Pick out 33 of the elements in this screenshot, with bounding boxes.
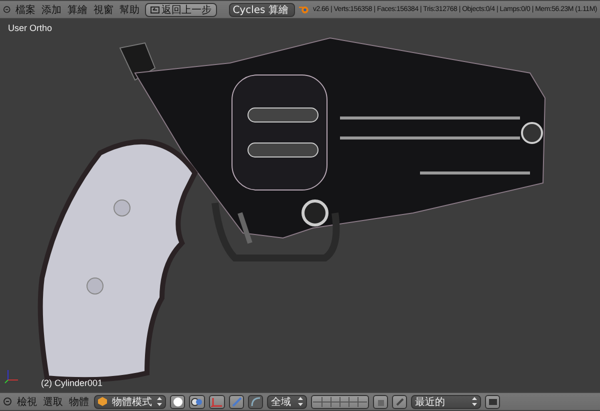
- menu-item[interactable]: 算繪: [66, 2, 89, 16]
- view-label: User Ortho: [8, 23, 52, 33]
- manipulator-button[interactable]: [209, 394, 225, 408]
- 3d-viewport[interactable]: User Ortho (2) Cylinder001: [0, 19, 600, 392]
- snap-target-select[interactable]: 最近的: [411, 394, 481, 408]
- magnet-icon: [394, 396, 404, 406]
- snap-button[interactable]: [392, 394, 407, 408]
- menu-item[interactable]: 選取: [42, 394, 64, 408]
- translate-button[interactable]: [229, 394, 244, 408]
- app-logo-icon: [298, 4, 309, 15]
- menu-item[interactable]: 幫助: [118, 2, 141, 16]
- render-button[interactable]: [485, 394, 500, 408]
- pivot-button[interactable]: [189, 394, 205, 408]
- render-engine-select[interactable]: Cycles 算繪: [228, 2, 295, 16]
- menu-item[interactable]: 添加: [40, 2, 63, 16]
- object-label: (2) Cylinder001: [41, 378, 103, 388]
- menu-item[interactable]: 視窗: [92, 2, 115, 16]
- transform-orientation-select[interactable]: 全域: [267, 394, 307, 408]
- rotate-button[interactable]: [248, 394, 263, 408]
- menu-item[interactable]: 物體: [68, 394, 90, 408]
- layer-grid-button[interactable]: [311, 394, 369, 408]
- collapse-icon[interactable]: [3, 5, 11, 14]
- collapse-icon[interactable]: [3, 397, 12, 406]
- cube-icon: [98, 397, 107, 406]
- undo-button[interactable]: 返回上一步: [144, 2, 217, 16]
- shading-sphere-button[interactable]: [170, 394, 185, 408]
- menu-item[interactable]: 檔案: [14, 2, 37, 16]
- lock-button[interactable]: [373, 394, 388, 408]
- render-icon: [488, 396, 498, 406]
- mode-select[interactable]: 物體模式: [94, 394, 166, 408]
- axis-gizmo-icon: [4, 368, 20, 384]
- undo-icon: [150, 6, 160, 14]
- menu-item[interactable]: 檢視: [16, 394, 38, 408]
